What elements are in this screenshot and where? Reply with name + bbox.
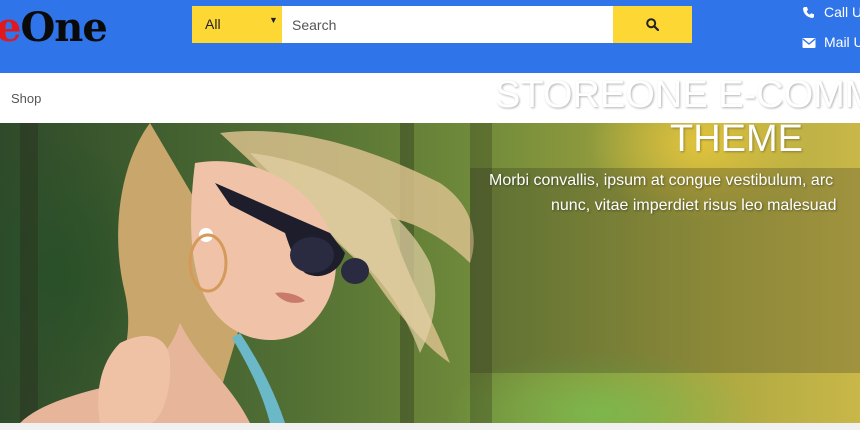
hero-subtitle: Morbi convallis, ipsum at congue vestibu…: [489, 168, 860, 218]
chevron-down-icon: ▼: [269, 15, 278, 25]
category-select-value: All: [205, 16, 221, 32]
search-button[interactable]: [613, 6, 692, 43]
contact-call-label: Call U: [824, 4, 860, 20]
search-icon: [646, 18, 659, 31]
hero-model-image: [20, 123, 474, 423]
logo-accent-text: e: [0, 4, 21, 51]
envelope-icon: [802, 38, 816, 48]
category-select[interactable]: All ▼: [192, 6, 282, 43]
contact-mail-label: Mail U: [824, 34, 860, 50]
hero-title-line-2: THEME: [670, 118, 803, 160]
logo-main-text: One: [20, 4, 107, 51]
hero-subtitle-line-1: Morbi convallis, ipsum at congue vestibu…: [489, 172, 834, 189]
site-logo[interactable]: eOne: [0, 4, 108, 52]
hero-title: STOREONE E-COMM THEME: [495, 73, 860, 161]
hero-title-line-1: STOREONE E-COMM: [495, 74, 860, 116]
phone-icon: [803, 7, 814, 18]
search-input[interactable]: [282, 6, 613, 43]
search-bar: All ▼: [192, 6, 692, 43]
site-header: eOne All ▼ Call U Mail U: [0, 0, 860, 73]
page-content-start: [0, 423, 860, 430]
breadcrumb-item-shop[interactable]: Shop: [11, 91, 41, 106]
hero-subtitle-line-2: nunc, vitae imperdiet risus leo malesuad: [551, 197, 837, 214]
